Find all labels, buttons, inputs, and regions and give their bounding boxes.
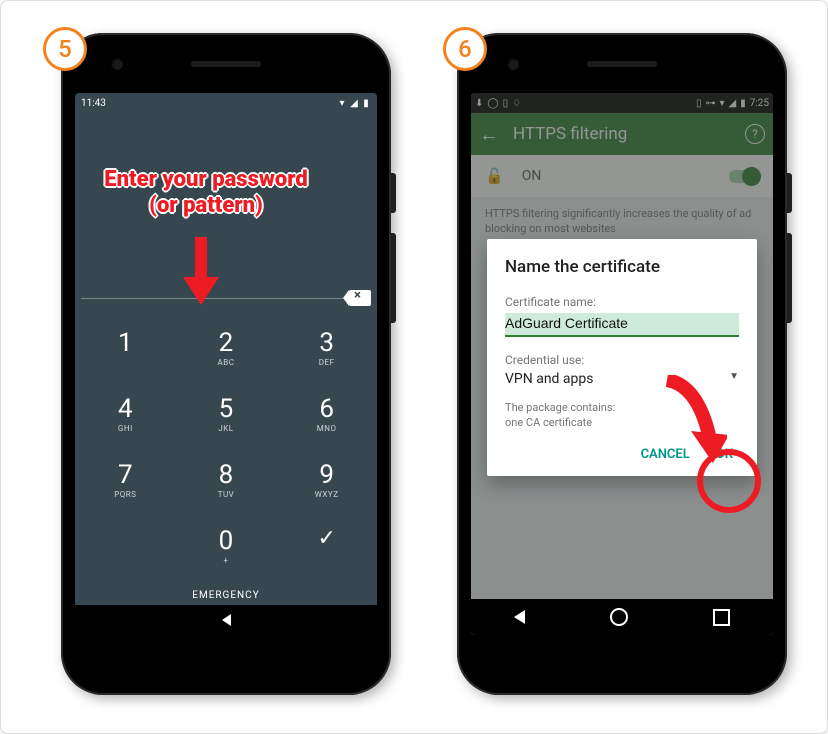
nav-back-icon[interactable] [514,610,525,624]
nav-back-icon[interactable] [222,614,231,626]
phone-frame-step6: ⬇ ◯ ▯ ♢ ▯ ⊶ ▾ ◢ ▮ 7:25 ← HTTPS filtering… [457,33,787,695]
phone-volume-button [391,233,396,323]
dialog-title: Name the certificate [505,257,739,277]
credential-use-value: VPN and apps [505,371,593,387]
credential-use-label: Credential use: [505,353,739,367]
annotation-arrow-icon [181,237,221,307]
keypad-4[interactable]: 4GHI [75,382,176,448]
keypad-9[interactable]: 9WXYZ [276,448,377,514]
keypad-submit[interactable]: ✓ [276,514,377,580]
phone-speaker [587,61,657,67]
step-badge-5: 5 [43,27,87,71]
keypad-8[interactable]: 8TUV [176,448,277,514]
keypad-5[interactable]: 5JKL [176,382,277,448]
nav-home-icon[interactable] [610,608,628,626]
keypad-blank [75,514,176,580]
cert-name-input[interactable] [505,313,739,337]
keypad-0[interactable]: 0+ [176,514,277,580]
phone-speaker [191,61,261,67]
annotation-text: Enter your password (or pattern) [89,167,323,220]
battery-icon: ▮ [361,98,371,109]
phone-camera [111,58,123,70]
emergency-button[interactable]: EMERGENCY [75,580,377,605]
keypad-6[interactable]: 6MNO [276,382,377,448]
phone-volume-button [787,233,792,323]
annotation-circle [697,449,761,513]
keypad-2[interactable]: 2ABC [176,316,277,382]
pin-keypad: 1 2ABC 3DEF 4GHI 5JKL 6MNO 7PQRS 8TUV 9W… [75,316,377,580]
phone-power-button [787,173,792,213]
keypad-1[interactable]: 1 [75,316,176,382]
step-badge-6: 6 [443,27,487,71]
step-number: 5 [58,35,72,63]
status-bar: 11:43 ▾ ◢ ▮ [75,93,377,113]
keypad-7[interactable]: 7PQRS [75,448,176,514]
phone-power-button [391,173,396,213]
signal-icon: ◢ [349,98,359,109]
phone-camera [507,58,519,70]
nav-bar [75,605,377,635]
status-time: 11:43 [81,98,106,109]
nav-bar [471,599,773,635]
keypad-3[interactable]: 3DEF [276,316,377,382]
wifi-icon: ▾ [337,98,347,109]
phone-frame-step5: 11:43 ▾ ◢ ▮ 1 2ABC 3DEF 4GHI 5JKL [61,33,391,695]
step-number: 6 [458,35,472,63]
nav-recent-icon[interactable] [713,609,730,626]
chevron-down-icon: ▼ [729,371,739,387]
cert-name-label: Certificate name: [505,295,739,309]
backspace-icon[interactable] [349,290,371,306]
